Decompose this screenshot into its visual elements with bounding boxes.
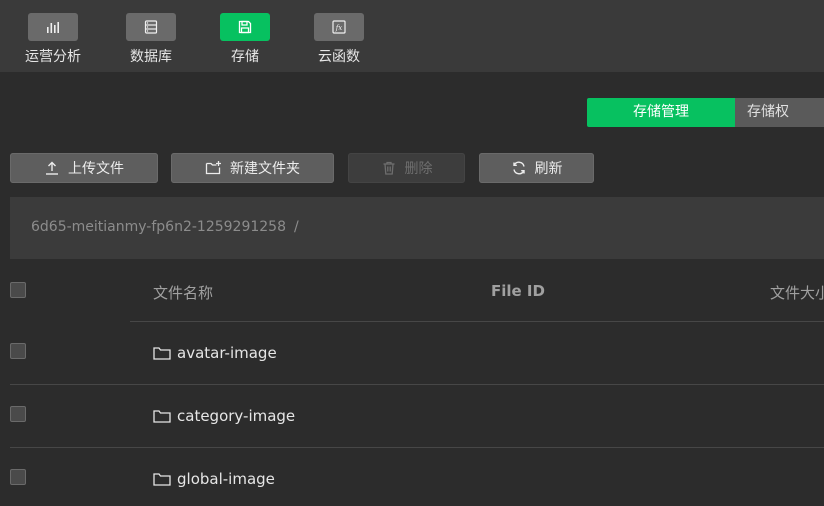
breadcrumb-separator: /	[294, 219, 299, 235]
folder-icon	[153, 473, 171, 486]
function-icon: fx	[314, 13, 364, 41]
folder-name: global-image	[177, 470, 275, 488]
folder-name: category-image	[177, 407, 296, 425]
delete-button[interactable]: 删除	[348, 153, 465, 183]
folder-name: avatar-image	[177, 344, 277, 362]
column-header-file-size[interactable]: 文件大小	[770, 282, 824, 303]
upload-file-label: 上传文件	[68, 161, 124, 177]
tab-storage-management[interactable]: 存储管理	[587, 98, 735, 127]
select-all-checkbox[interactable]	[10, 282, 26, 298]
nav-label-functions: 云函数	[318, 49, 360, 65]
new-folder-button[interactable]: 新建文件夹	[171, 153, 334, 183]
database-icon	[126, 13, 176, 41]
breadcrumb: 6d65-meitianmy-fp6n2-1259291258 /	[10, 197, 824, 259]
folder-icon	[153, 410, 171, 423]
row-checkbox[interactable]	[10, 469, 26, 485]
breadcrumb-bucket[interactable]: 6d65-meitianmy-fp6n2-1259291258	[31, 219, 286, 235]
row-checkbox[interactable]	[10, 406, 26, 422]
nav-label-storage: 存储	[231, 49, 259, 65]
header-divider	[130, 321, 824, 322]
upload-file-button[interactable]: 上传文件	[10, 153, 158, 183]
svg-text:fx: fx	[335, 24, 343, 32]
refresh-button[interactable]: 刷新	[479, 153, 594, 183]
top-nav-bar: 运营分析 数据库 存储 fx 云函数	[0, 0, 824, 72]
nav-item-storage[interactable]: 存储	[210, 13, 280, 66]
new-folder-icon	[205, 161, 221, 175]
new-folder-label: 新建文件夹	[230, 161, 300, 177]
storage-tabs: 存储管理 存储权	[587, 98, 824, 127]
nav-item-analytics[interactable]: 运营分析	[18, 13, 88, 66]
row-checkbox[interactable]	[10, 343, 26, 359]
refresh-label: 刷新	[534, 161, 563, 177]
column-header-file-id[interactable]: File ID	[491, 282, 545, 300]
nav-item-database[interactable]: 数据库	[116, 13, 186, 66]
upload-icon	[46, 161, 58, 175]
row-divider	[10, 447, 824, 448]
folder-icon	[153, 347, 171, 360]
bar-chart-icon	[28, 13, 78, 41]
refresh-icon	[512, 161, 525, 175]
table-row[interactable]: avatar-image	[153, 344, 277, 362]
storage-icon	[220, 13, 270, 41]
row-divider	[10, 384, 824, 385]
nav-label-database: 数据库	[130, 49, 172, 65]
delete-label: 删除	[404, 161, 433, 177]
nav-label-analytics: 运营分析	[25, 49, 81, 65]
table-row[interactable]: global-image	[153, 470, 275, 488]
trash-icon	[383, 161, 394, 175]
table-row[interactable]: category-image	[153, 407, 295, 425]
tab-storage-permissions[interactable]: 存储权	[735, 98, 824, 127]
column-header-filename[interactable]: 文件名称	[153, 282, 213, 303]
nav-item-functions[interactable]: fx 云函数	[304, 13, 374, 66]
